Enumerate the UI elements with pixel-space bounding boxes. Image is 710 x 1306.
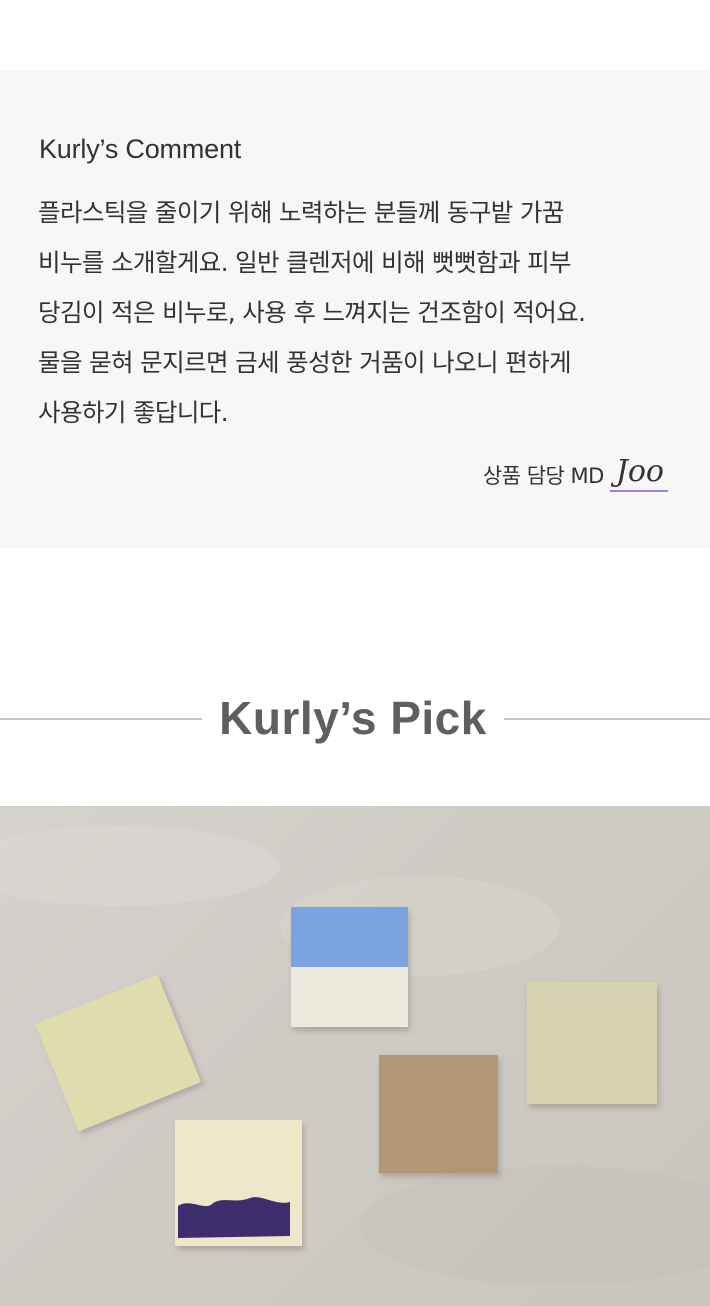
comment-line: 플라스틱을 줄이기 위해 노력하는 분들께 동구밭 가꿈 [38, 198, 564, 227]
signature-role: 상품 담당 MD [482, 464, 604, 488]
section-title: Kurly’s Pick [219, 692, 487, 744]
comment-title: Kurly’s Comment [39, 134, 242, 164]
comment-line: 당김이 적은 비누로, 사용 후 느껴지는 건조함이 적어요. [38, 298, 586, 327]
soap-sage [527, 982, 657, 1104]
product-photo [0, 806, 710, 1306]
divider-left [0, 718, 202, 720]
soap-cream-purple [175, 1120, 302, 1246]
comment-line: 물을 묻혀 문지르면 금세 풍성한 거품이 나오니 편하게 [38, 348, 572, 377]
soap-blue-white [291, 907, 408, 1027]
soap-bars-illustration [0, 826, 710, 1286]
comment-line: 비누를 소개할게요. 일반 클렌저에 비해 뻣뻣함과 피부 [38, 248, 572, 277]
divider-right [504, 718, 710, 720]
md-signature: 상품 담당 MD Joo [483, 448, 668, 492]
soap-brown [379, 1055, 498, 1173]
comment-body: 플라스틱을 줄이기 위해 노력하는 분들께 동구밭 가꿈 비누를 소개할게요. … [38, 188, 678, 438]
soap-cream-tilted [35, 974, 201, 1132]
comment-line: 사용하기 좋답니다. [38, 398, 229, 427]
signature-name: Joo [609, 454, 668, 492]
